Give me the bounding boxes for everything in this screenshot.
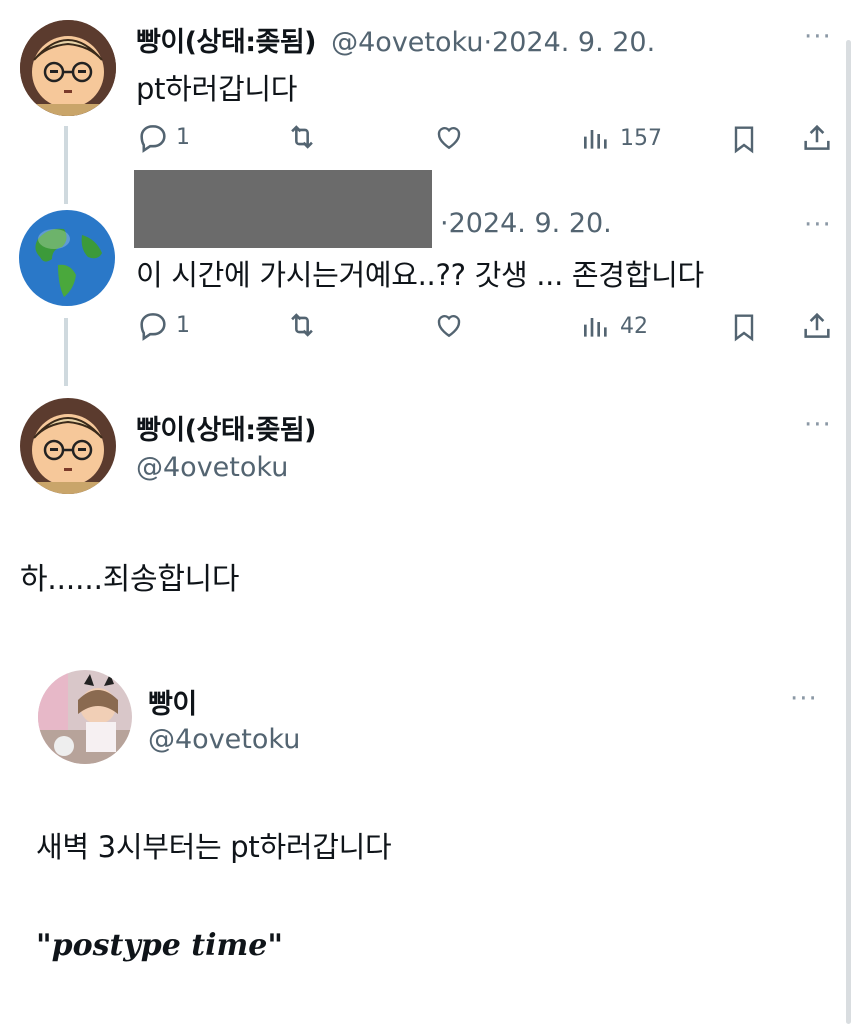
share-button[interactable]: [800, 309, 834, 343]
more-icon[interactable]: ···: [804, 212, 832, 238]
like-button[interactable]: [432, 121, 466, 153]
share-icon: [804, 124, 830, 150]
tweet2-header: ·2024. 9. 20.: [440, 208, 612, 239]
quoted-emphasis-text: "postype time": [36, 928, 284, 963]
date-separator: ·: [440, 208, 449, 239]
analytics-icon: [584, 318, 607, 337]
views-button[interactable]: 157: [580, 122, 662, 154]
reply-button[interactable]: 1: [136, 120, 190, 154]
redacted-name-block: [134, 170, 432, 248]
more-icon[interactable]: ···: [804, 412, 832, 438]
heart-icon: [437, 126, 461, 150]
tweet-text: 이 시간에 가시는거예요..?? 갓생 ... 존경합니다: [136, 258, 704, 292]
retweet-icon: [291, 313, 313, 337]
more-icon[interactable]: ···: [804, 24, 832, 50]
tweet-text: pt하러갑니다: [136, 72, 298, 106]
display-name[interactable]: 빵이(상태:좆됨): [136, 408, 317, 447]
heart-icon: [437, 314, 461, 338]
views-button[interactable]: 42: [580, 310, 648, 342]
scrollbar[interactable]: [846, 40, 851, 1024]
tweet-date[interactable]: 2024. 9. 20.: [492, 27, 655, 58]
bookmark-button[interactable]: [728, 310, 760, 344]
retweet-button[interactable]: [284, 308, 320, 342]
avatar-tweet3[interactable]: [20, 398, 116, 494]
reply-button[interactable]: 1: [136, 308, 190, 342]
share-button[interactable]: [800, 121, 834, 155]
bookmark-icon: [734, 126, 754, 154]
retweet-button[interactable]: [284, 120, 320, 154]
reply-count: 1: [176, 124, 190, 150]
quoted-handle[interactable]: @4ovetoku: [148, 724, 300, 755]
handle[interactable]: @4ovetoku: [331, 27, 483, 58]
like-button[interactable]: [432, 309, 466, 341]
reply-icon: [140, 313, 166, 341]
cartoon-face-icon: [20, 398, 116, 494]
avatar-quoted[interactable]: [38, 670, 132, 764]
display-name[interactable]: 빵이(상태:좆됨): [136, 27, 317, 58]
bookmark-button[interactable]: [728, 122, 760, 156]
avatar-tweet2[interactable]: [18, 209, 116, 307]
bookmark-icon: [734, 314, 754, 342]
main-tweet-text: 하......죄송합니다: [20, 562, 240, 597]
thread-line: [64, 126, 68, 204]
retweet-icon: [291, 125, 313, 149]
date-separator: ·: [483, 27, 493, 58]
quoted-display-name[interactable]: 빵이: [148, 682, 197, 721]
thread-line: [64, 318, 68, 386]
view-count: 157: [620, 125, 662, 151]
quoted-tweet[interactable]: 빵이 @4ovetoku ··· 새벽 3시부터는 pt하러갑니다 "posty…: [20, 650, 840, 1024]
photo-avatar-icon: [38, 670, 132, 764]
view-count: 42: [620, 313, 648, 339]
tweet-date[interactable]: 2024. 9. 20.: [449, 208, 612, 239]
analytics-icon: [584, 130, 607, 149]
quoted-text: 새벽 3시부터는 pt하러갑니다: [36, 830, 392, 864]
reply-count: 1: [176, 312, 190, 338]
more-icon[interactable]: ···: [790, 686, 818, 712]
share-icon: [804, 312, 830, 338]
cartoon-face-icon: [20, 20, 116, 116]
reply-icon: [140, 125, 166, 153]
handle[interactable]: @4ovetoku: [136, 452, 288, 483]
globe-icon: [19, 210, 115, 306]
tweet1-header: 빵이(상태:좆됨) @4ovetoku·2024. 9. 20.: [136, 20, 655, 59]
avatar-tweet1[interactable]: [20, 20, 116, 116]
